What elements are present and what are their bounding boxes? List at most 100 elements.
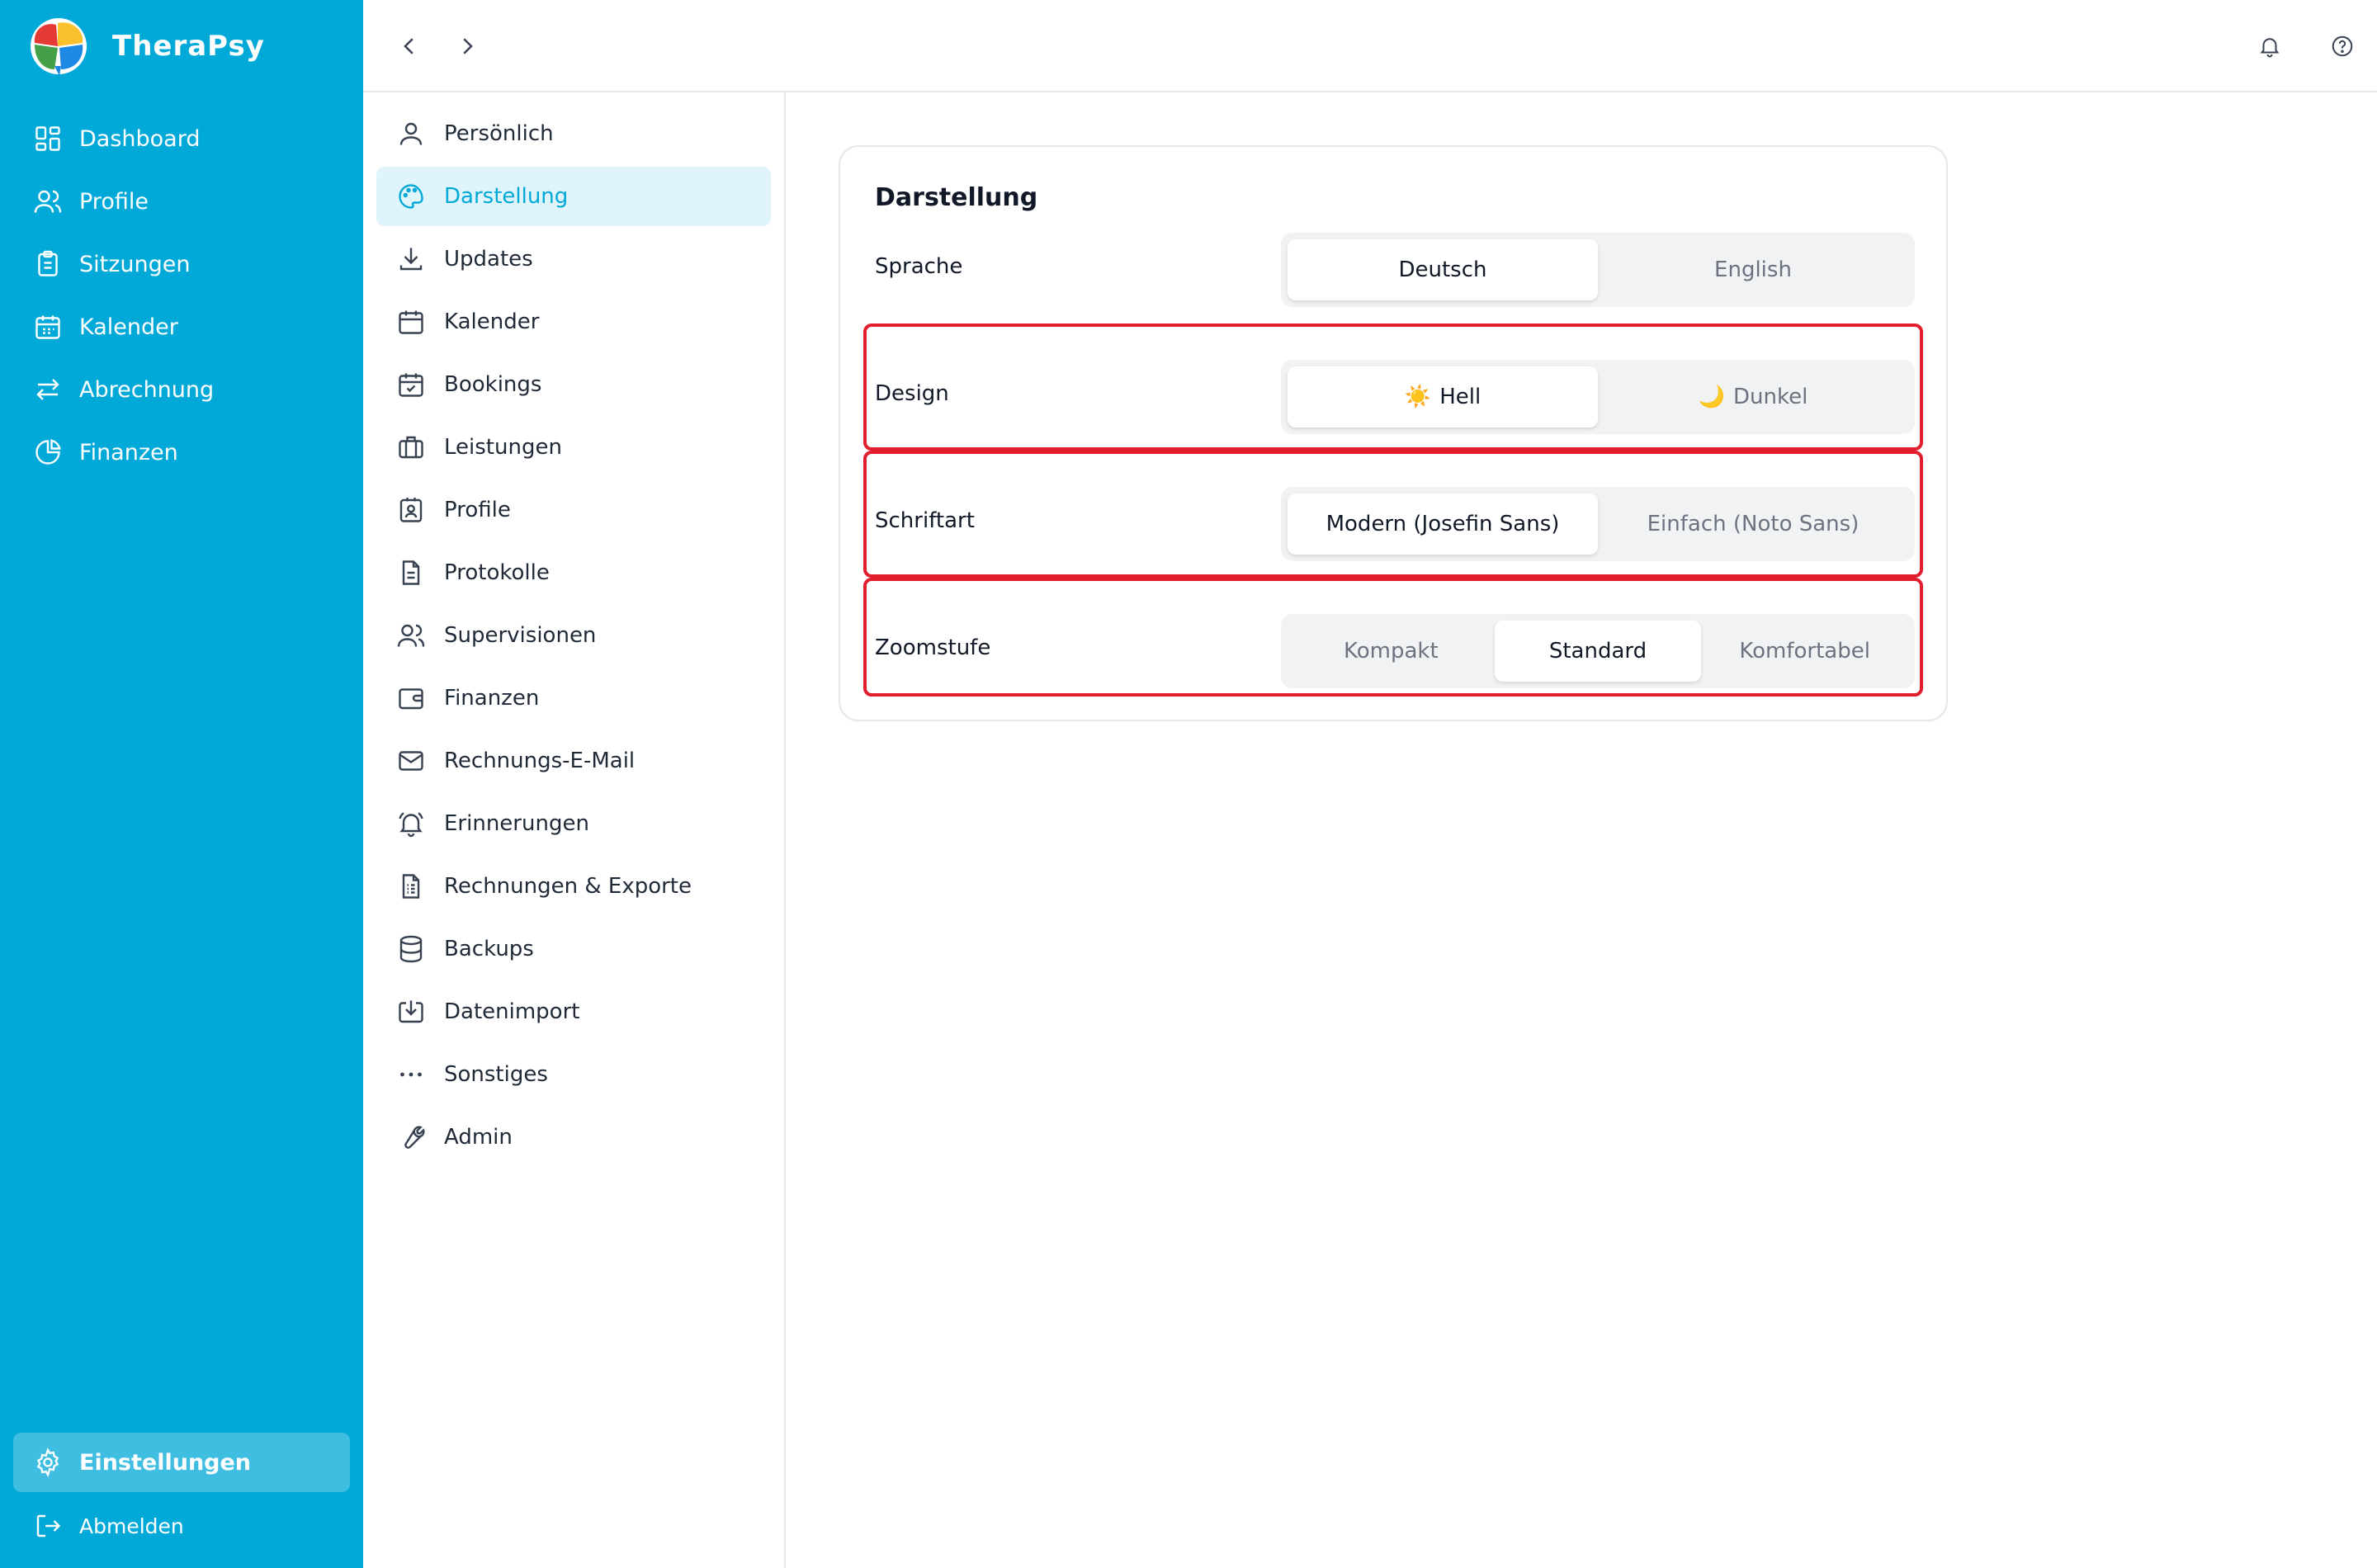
font-label: Schriftart — [875, 508, 975, 533]
settings-item-sonstiges[interactable]: Sonstiges — [376, 1045, 771, 1104]
database-icon — [399, 935, 423, 963]
zoom-option-komfortabel[interactable]: Komfortabel — [1701, 621, 1908, 682]
settings-item-label: Protokolle — [444, 560, 550, 585]
moon-icon: 🌙 — [1698, 385, 1726, 409]
users-icon — [34, 190, 62, 213]
back-button[interactable] — [393, 30, 426, 63]
top-bar — [363, 0, 2377, 92]
nav-item-label: Abrechnung — [79, 376, 215, 403]
settings-item-darstellung[interactable]: Darstellung — [376, 167, 771, 226]
nav-item-kalender[interactable]: Kalender — [0, 295, 363, 358]
nav-item-label: Einstellungen — [79, 1449, 252, 1476]
settings-item-rechnungen-exporte[interactable]: Rechnungen & Exporte — [376, 857, 771, 916]
settings-item-label: Supervisionen — [444, 623, 597, 648]
arrows-icon — [36, 379, 59, 400]
nav-item-label: Dashboard — [79, 125, 201, 152]
settings-item-label: Backups — [444, 937, 534, 961]
calendar-icon — [35, 315, 60, 339]
import-icon — [399, 1000, 423, 1023]
logout-button[interactable]: Abmelden — [0, 1497, 363, 1555]
clipboard-icon — [38, 250, 58, 276]
settings-item-supervisionen[interactable]: Supervisionen — [376, 606, 771, 665]
settings-item-bookings[interactable]: Bookings — [376, 355, 771, 414]
chevron-right-icon — [463, 38, 473, 54]
settings-item-kalender[interactable]: Kalender — [376, 292, 771, 352]
settings-item-label: Profile — [444, 498, 511, 522]
settings-item-persoenlich[interactable]: Persönlich — [376, 104, 771, 163]
settings-item-admin[interactable]: Admin — [376, 1108, 771, 1167]
settings-item-datenimport[interactable]: Datenimport — [376, 982, 771, 1041]
settings-nav: Persönlich Darstellung Updates Kalender … — [363, 92, 786, 1568]
nav-item-abrechnung[interactable]: Abrechnung — [0, 358, 363, 421]
contact-card-icon — [399, 498, 423, 522]
zoom-option-standard[interactable]: Standard — [1494, 621, 1702, 682]
settings-item-label: Updates — [444, 247, 533, 272]
settings-item-leistungen[interactable]: Leistungen — [376, 418, 771, 477]
document-icon — [402, 560, 420, 585]
settings-item-label: Sonstiges — [444, 1062, 548, 1087]
settings-item-finanzen[interactable]: Finanzen — [376, 668, 771, 728]
design-option-label: Dunkel — [1733, 385, 1808, 409]
sun-icon: ☀️ — [1404, 385, 1432, 409]
nav-item-label: Kalender — [79, 314, 178, 340]
settings-item-label: Finanzen — [444, 686, 540, 711]
settings-item-label: Leistungen — [444, 435, 562, 460]
user-icon — [399, 122, 423, 145]
settings-item-label: Persönlich — [444, 121, 554, 146]
settings-item-rechnungs-email[interactable]: Rechnungs-E-Mail — [376, 731, 771, 791]
nav-item-finanzen[interactable]: Finanzen — [0, 421, 363, 484]
wallet-icon — [399, 688, 423, 710]
app-logo[interactable]: TheraPsy — [25, 15, 265, 78]
briefcase-icon — [399, 436, 423, 459]
settings-item-label: Datenimport — [444, 999, 580, 1024]
settings-item-label: Erinnerungen — [444, 811, 589, 836]
font-option-modern[interactable]: Modern (Josefin Sans) — [1288, 494, 1598, 555]
design-option-dunkel[interactable]: 🌙 Dunkel — [1598, 366, 1908, 427]
zoom-toggle: Kompakt Standard Komfortabel — [1281, 614, 1915, 688]
notifications-button[interactable] — [2253, 30, 2286, 63]
nav-item-profile[interactable]: Profile — [0, 170, 363, 233]
help-button[interactable] — [2326, 30, 2359, 63]
font-option-einfach[interactable]: Einfach (Noto Sans) — [1598, 494, 1908, 555]
bell-ring-icon — [399, 812, 423, 838]
invoice-icon — [402, 874, 420, 899]
settings-item-backups[interactable]: Backups — [376, 919, 771, 979]
nav-item-label: Finanzen — [79, 439, 178, 465]
card-title: Darstellung — [875, 183, 1038, 212]
settings-item-label: Darstellung — [444, 184, 569, 209]
design-option-hell[interactable]: ☀️ Hell — [1288, 366, 1598, 427]
language-row: Sprache Deutsch English — [840, 233, 1949, 307]
nav-item-label: Sitzungen — [79, 251, 191, 277]
help-circle-icon — [2332, 35, 2353, 57]
zoom-row: Zoomstufe Kompakt Standard Komfortabel — [840, 614, 1949, 688]
main-nav: Dashboard Profile Sitzungen Kalender Abr… — [0, 107, 363, 484]
language-option-english[interactable]: English — [1598, 239, 1908, 300]
design-row: Design ☀️ Hell 🌙 Dunkel — [840, 360, 1949, 434]
language-option-deutsch[interactable]: Deutsch — [1288, 239, 1598, 300]
design-option-label: Hell — [1439, 385, 1481, 409]
settings-item-label: Rechnungs-E-Mail — [444, 749, 636, 773]
mail-icon — [399, 751, 423, 771]
calendar-check-icon — [399, 373, 423, 397]
settings-item-updates[interactable]: Updates — [376, 229, 771, 289]
settings-item-label: Admin — [444, 1125, 513, 1150]
language-label: Sprache — [875, 254, 963, 279]
logout-label: Abmelden — [79, 1514, 184, 1538]
pie-chart-icon — [35, 439, 61, 465]
bell-icon — [2260, 38, 2280, 58]
settings-item-protokolle[interactable]: Protokolle — [376, 543, 771, 602]
settings-item-label: Rechnungen & Exporte — [444, 874, 692, 899]
palette-icon — [399, 184, 423, 209]
main-sidebar: TheraPsy Dashboard Profile Sitzungen Kal… — [0, 0, 363, 1568]
settings-item-erinnerungen[interactable]: Erinnerungen — [376, 794, 771, 853]
forward-button[interactable] — [451, 30, 484, 63]
wrench-icon — [404, 1126, 425, 1149]
nav-item-einstellungen[interactable]: Einstellungen — [13, 1433, 350, 1492]
sidebar-bottom: Einstellungen Abmelden — [0, 1433, 363, 1555]
zoom-option-kompakt[interactable]: Kompakt — [1288, 621, 1495, 682]
settings-item-profile[interactable]: Profile — [376, 480, 771, 540]
nav-item-sitzungen[interactable]: Sitzungen — [0, 233, 363, 295]
font-row: Schriftart Modern (Josefin Sans) Einfach… — [840, 487, 1949, 561]
logout-icon — [36, 1514, 61, 1537]
nav-item-dashboard[interactable]: Dashboard — [0, 107, 363, 170]
